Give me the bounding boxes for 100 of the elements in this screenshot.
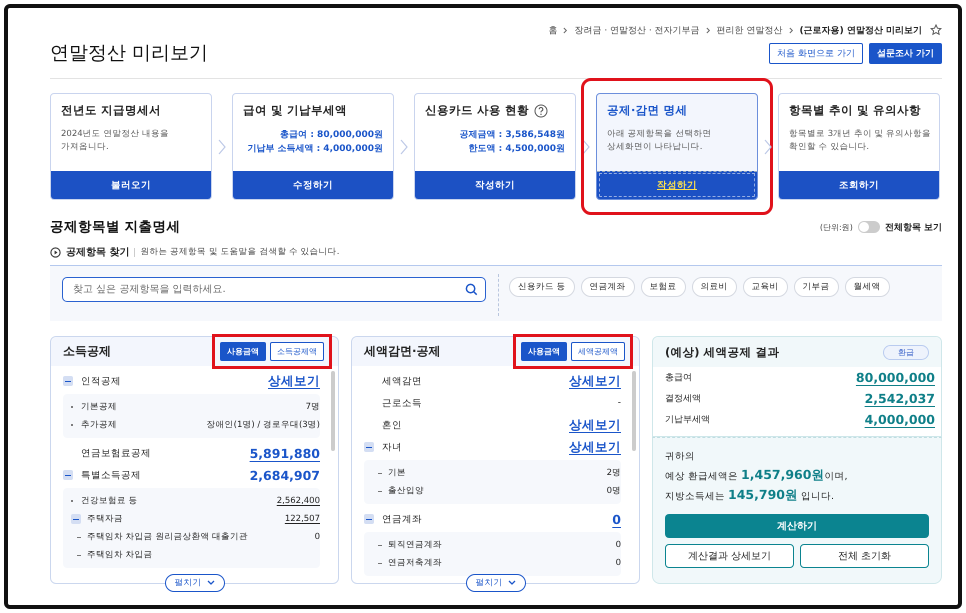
dash-icon (378, 544, 382, 546)
row-label: 기납부세액 (665, 414, 710, 426)
step-title: 급여 및 기납부세액 (243, 103, 348, 118)
value-link[interactable]: 122,507 (284, 514, 320, 524)
breadcrumb-link[interactable]: 편리한 연말정산 (716, 24, 782, 36)
step-title: 전년도 지급명세서 (61, 103, 162, 118)
step-button[interactable]: 작성하기 (597, 171, 757, 199)
panel-title: 세액감면·공제 (364, 343, 441, 360)
action-button[interactable]: 전체 초기화 (800, 544, 929, 568)
category-chip[interactable]: 신용카드 등 (509, 277, 575, 297)
refund-badge: 환급 (883, 344, 929, 360)
amount-text: 2명 (606, 467, 621, 479)
scrollbar[interactable] (331, 371, 335, 451)
row-label: 특별소득공제 (81, 468, 142, 482)
value-link[interactable]: 2,542,037 (864, 391, 935, 406)
step-title: 항목별 추이 및 유의사항 (789, 103, 922, 118)
panel-title: (예상) 세액공제 결과 (665, 344, 780, 360)
step-text: 총급여 : 80,000,000원 (280, 129, 383, 142)
dash-icon (378, 562, 382, 564)
chevron-icon (764, 138, 772, 154)
breadcrumb-link[interactable]: (근로자용) 연말정산 미리보기 (800, 24, 922, 36)
dash-icon (77, 536, 81, 538)
search-icon[interactable] (465, 283, 478, 296)
toggle-switch[interactable] (858, 221, 880, 233)
top-button[interactable]: 설문조사 가기 (868, 42, 942, 64)
summary-text: 예상 환급세액은 1,457,960원이며, (665, 466, 848, 484)
chevron-icon (706, 26, 711, 34)
expand-button[interactable]: 펼치기 (466, 574, 526, 592)
value-link[interactable]: 상세보기 (569, 372, 621, 390)
amount-text: 7명 (306, 401, 320, 413)
collapse-icon[interactable] (71, 514, 81, 524)
value-link[interactable]: 2,562,400 (276, 496, 320, 506)
row-label: 퇴직연금계좌 (388, 540, 443, 550)
value-link[interactable]: 0 (612, 512, 621, 526)
toggle-button[interactable]: 사용금액 (521, 342, 567, 361)
row-label: 기본공제 (81, 402, 118, 412)
value-link[interactable]: 상세보기 (268, 372, 320, 390)
toggle-button[interactable]: 세액공제액 (571, 342, 625, 361)
expand-button[interactable]: 펼치기 (164, 574, 224, 592)
collapse-icon[interactable] (63, 376, 73, 386)
row-label: 인적공제 (81, 374, 122, 388)
row-label: 연금저축계좌 (388, 558, 443, 568)
panel-title: 소득공제 (63, 343, 111, 360)
dash-icon (378, 472, 382, 474)
value-link[interactable]: 80,000,000 (856, 370, 935, 385)
value-link[interactable]: 4,000,000 (864, 412, 935, 427)
summary-text: 지방소득세는 145,790원 입니다. (665, 486, 836, 504)
section-title: 공제항목별 지출명세 (50, 218, 181, 236)
play-circle-icon (50, 246, 61, 258)
step-button[interactable]: 수정하기 (233, 171, 393, 199)
step-text: 항목별로 3개년 추이 및 유의사항을 (789, 128, 929, 141)
row-label: 결정세액 (665, 393, 701, 405)
step-button[interactable]: 작성하기 (415, 171, 575, 199)
help-icon[interactable] (534, 104, 548, 118)
row-label: 혼인 (382, 418, 403, 432)
page-title: 연말정산 미리보기 (50, 41, 208, 66)
step-text: 아래 공제항목을 선택하면 (607, 128, 712, 141)
row-label: 기본 (388, 468, 407, 478)
action-button[interactable]: 계산결과 상세보기 (665, 544, 794, 568)
row-label: 출산입양 (388, 486, 425, 496)
row-label: 건강보험료 등 (81, 496, 139, 506)
step-text: 한도액 : 4,500,000원 (468, 143, 565, 156)
step-text: 2024년도 연말정산 내용을 (61, 128, 170, 141)
collapse-icon[interactable] (364, 514, 374, 524)
chevron-down-icon (206, 580, 214, 586)
amount-text: 0명 (606, 485, 621, 497)
category-chip[interactable]: 의료비 (692, 277, 737, 297)
amount-text: 장애인(1명) / 경로우대(3명) (206, 419, 320, 431)
step-text: 기납부 소득세액 : 4,000,000원 (247, 143, 383, 156)
collapse-icon[interactable] (63, 470, 73, 480)
step-text: 확인할 수 있습니다. (789, 141, 870, 154)
category-chip[interactable]: 보험료 (640, 277, 686, 297)
dash-icon (77, 554, 81, 556)
amount-text: 0 (314, 532, 320, 542)
breadcrumb-link[interactable]: 장려금 · 연말정산 · 전자기부금 (574, 24, 700, 36)
value-link[interactable]: 상세보기 (569, 416, 621, 434)
row-label: 연금계좌 (382, 512, 423, 526)
category-chip[interactable]: 교육비 (742, 277, 788, 297)
scrollbar[interactable] (632, 371, 636, 451)
value-link[interactable]: 5,891,880 (250, 446, 320, 460)
top-button[interactable]: 처음 화면으로 가기 (769, 42, 863, 64)
star-icon[interactable] (930, 24, 942, 36)
collapse-icon[interactable] (364, 442, 374, 452)
chevron-icon (788, 26, 794, 34)
search-field[interactable]: 찾고 싶은 공제항목을 입력하세요. (62, 277, 486, 302)
action-button[interactable]: 계산하기 (665, 514, 929, 538)
toggle-button[interactable]: 사용금액 (220, 342, 266, 361)
row-label: 세액감면 (382, 374, 423, 388)
amount-text: 0 (616, 540, 621, 550)
chevron-icon (563, 26, 568, 34)
category-chip[interactable]: 월세액 (844, 277, 890, 297)
row-label: 주택자금 (87, 514, 124, 524)
category-chip[interactable]: 기부금 (794, 277, 839, 297)
step-button[interactable]: 불러오기 (51, 171, 211, 199)
value-link[interactable]: 상세보기 (569, 438, 621, 456)
category-chip[interactable]: 연금계좌 (580, 277, 635, 297)
step-button[interactable]: 조회하기 (779, 171, 939, 199)
step-title: 공제·감면 명세 (607, 103, 688, 118)
breadcrumb-link[interactable]: 홈 (548, 24, 558, 36)
toggle-button[interactable]: 소득공제액 (270, 342, 324, 361)
